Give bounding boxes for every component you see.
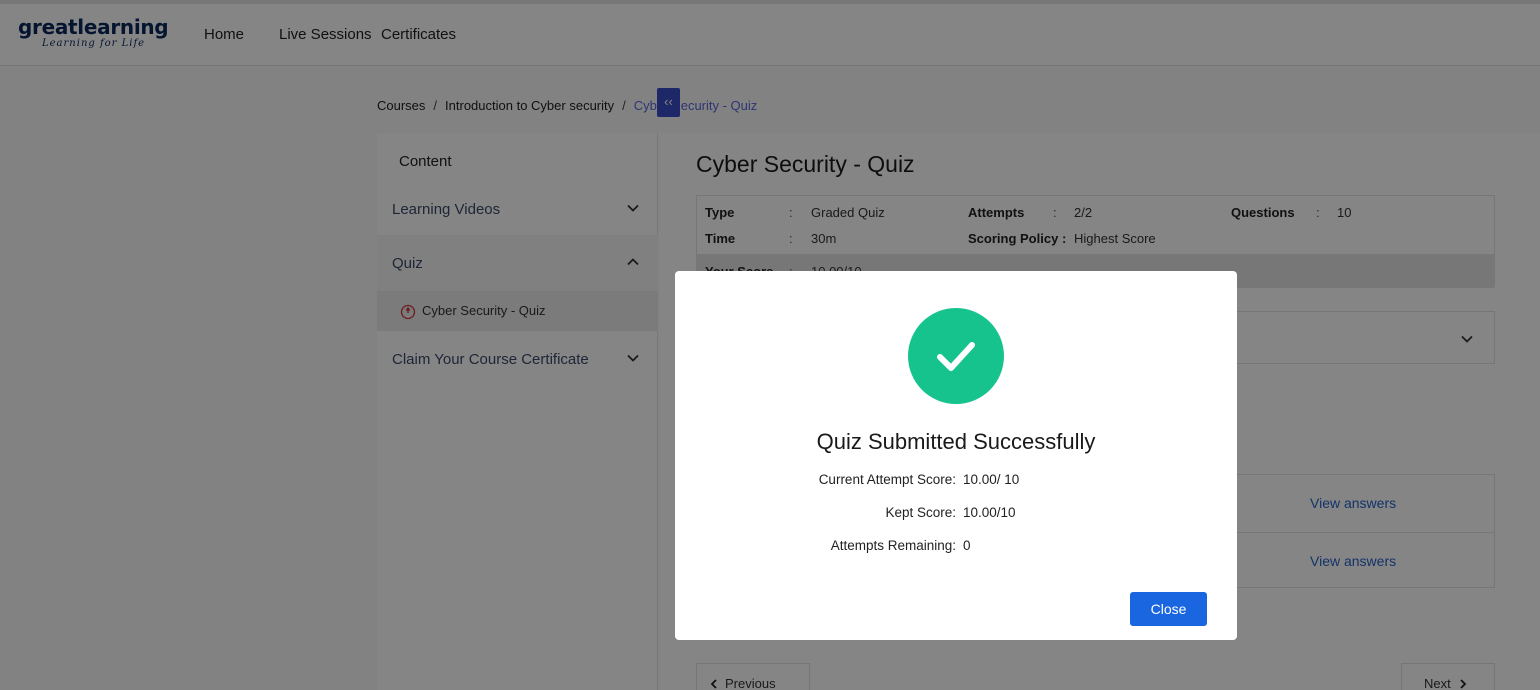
attempts-remaining-row: Attempts Remaining: 0 [675,538,1237,556]
current-attempt-score-row: Current Attempt Score: 10.00/ 10 [675,472,1237,490]
row-value: 0 [963,538,971,553]
success-check-icon [908,308,1004,404]
dialog-title: Quiz Submitted Successfully [816,429,1096,454]
row-label: Kept Score: [885,505,956,520]
row-value: 10.00/ 10 [963,472,1020,487]
close-button[interactable]: Close [1130,592,1207,626]
row-label: Current Attempt Score: [818,472,956,487]
row-label: Attempts Remaining: [830,538,956,553]
kept-score-row: Kept Score: 10.00/10 [675,505,1237,523]
row-value: 10.00/10 [963,505,1016,520]
quiz-submitted-dialog: Quiz Submitted Successfully Current Atte… [675,271,1237,640]
